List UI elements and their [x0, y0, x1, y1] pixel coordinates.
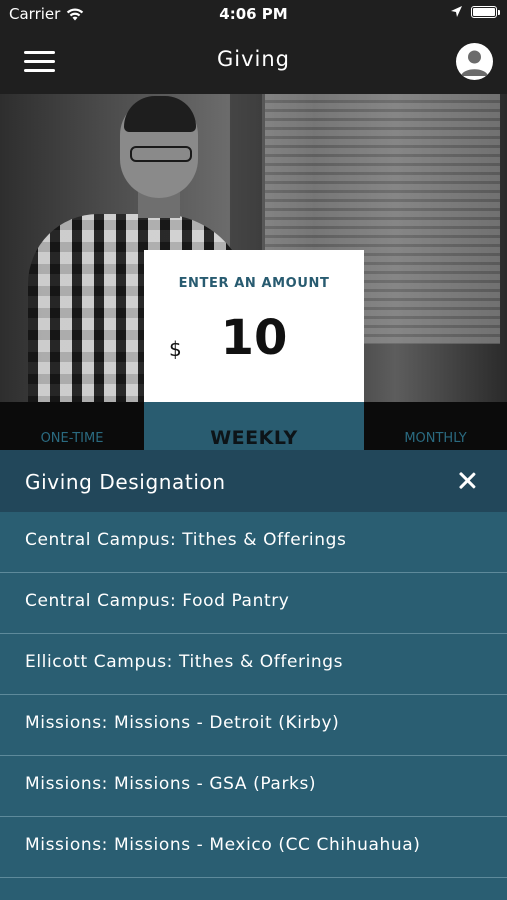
- location-arrow-icon: [451, 6, 462, 17]
- frequency-tab-weekly[interactable]: WEEKLY: [144, 402, 364, 450]
- amount-card[interactable]: ENTER AN AMOUNT $ 10: [144, 250, 364, 406]
- status-bar: Carrier 4:06 PM: [0, 0, 507, 28]
- giving-designation-sheet: Giving Designation Central Campus: Tithe…: [0, 450, 507, 900]
- frequency-selector: ONE-TIME WEEKLY MONTHLY: [0, 402, 507, 450]
- person-hair-decoration: [124, 96, 196, 132]
- battery-icon: [471, 5, 500, 18]
- user-avatar-icon[interactable]: [456, 43, 493, 80]
- page-title: Giving: [216, 47, 290, 71]
- designation-item[interactable]: Missions: Missions - GSA (Parks): [0, 756, 507, 817]
- sheet-title: Giving Designation: [25, 470, 226, 494]
- designation-item[interactable]: Missions: Missions - Mexico (CC Chihuahu…: [0, 817, 507, 878]
- amount-label: ENTER AN AMOUNT: [178, 276, 330, 291]
- person-glasses-decoration: [130, 146, 192, 162]
- frequency-tab-one-time[interactable]: ONE-TIME: [0, 402, 144, 450]
- clock: 4:06 PM: [219, 5, 288, 23]
- sheet-header: Giving Designation: [0, 450, 507, 512]
- status-right-group: [450, 5, 500, 18]
- amount-input[interactable]: 10: [144, 310, 364, 366]
- designation-item[interactable]: Missions: Missions - Detroit (Kirby): [0, 695, 507, 756]
- designation-item[interactable]: Central Campus: Food Pantry: [0, 573, 507, 634]
- nav-bar: Giving: [0, 28, 507, 94]
- frequency-tab-monthly[interactable]: MONTHLY: [364, 402, 507, 450]
- designation-item[interactable]: Central Campus: Tithes & Offerings: [0, 512, 507, 573]
- designation-list: Central Campus: Tithes & Offerings Centr…: [0, 512, 507, 878]
- close-icon[interactable]: [455, 468, 479, 492]
- designation-item[interactable]: Ellicott Campus: Tithes & Offerings: [0, 634, 507, 695]
